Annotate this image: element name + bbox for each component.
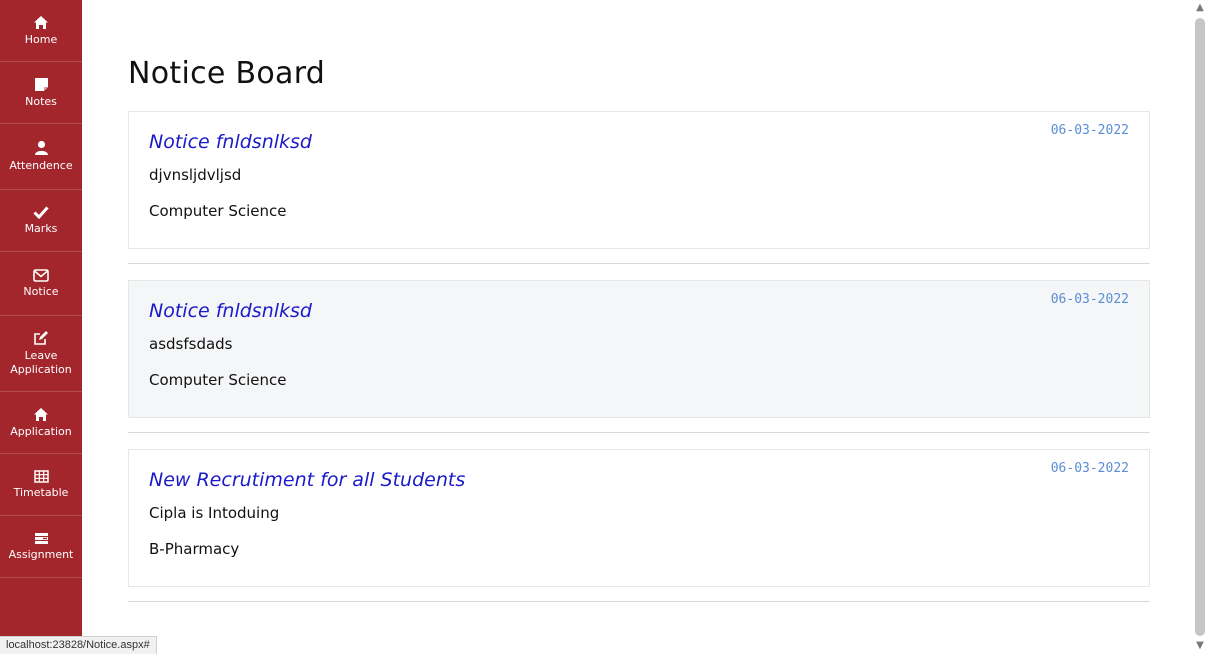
divider	[128, 432, 1150, 433]
scroll-down-icon[interactable]: ▼	[1192, 638, 1208, 654]
sidebar-item-label: Home	[24, 32, 58, 46]
scroll-up-icon[interactable]: ▲	[1192, 0, 1208, 16]
sidebar-item-label: Marks	[24, 222, 58, 235]
divider	[128, 601, 1150, 602]
scroll-thumb[interactable]	[1195, 18, 1205, 636]
edit-icon	[33, 330, 49, 346]
notice-date: 06-03-2022	[1050, 461, 1129, 476]
sidebar-item-label: Notes	[25, 94, 57, 108]
notice-list: Notice fnldsnlksd 06-03-2022 djvnsljdvlj…	[128, 111, 1150, 618]
notice-department: Computer Science	[149, 202, 287, 220]
notice-department: Computer Science	[149, 371, 287, 389]
vertical-scrollbar[interactable]: ▲ ▼	[1192, 0, 1208, 654]
sidebar-item-leave-application[interactable]: Leave Application	[0, 316, 82, 392]
user-icon	[34, 140, 49, 156]
note-icon	[34, 77, 49, 92]
divider	[128, 263, 1150, 264]
sidebar-item-notes[interactable]: Notes	[0, 62, 82, 124]
notice-title: Notice fnldsnlksd	[149, 131, 312, 153]
sidebar-item-label: Attendence	[9, 159, 73, 172]
check-icon	[33, 205, 49, 219]
notice-department: B-Pharmacy	[149, 540, 240, 558]
notice-body: asdsfsdads	[149, 335, 233, 353]
sidebar-item-marks[interactable]: Marks	[0, 190, 82, 252]
notice-card: Notice fnldsnlksd 06-03-2022 djvnsljdvlj…	[128, 111, 1150, 249]
sidebar-item-timetable[interactable]: Timetable	[0, 454, 82, 516]
home-icon	[33, 15, 49, 30]
home-icon	[33, 407, 49, 422]
sidebar-item-label: Notice	[23, 284, 59, 298]
sidebar-item-application[interactable]: Application	[0, 392, 82, 454]
tasks-icon	[34, 532, 49, 545]
sidebar-item-home[interactable]: Home	[0, 0, 82, 62]
notice-title: Notice fnldsnlksd	[149, 300, 312, 322]
notice-body: djvnsljdvljsd	[149, 166, 242, 184]
sidebar-item-label-line1: Leave	[24, 349, 58, 362]
status-bar-url: localhost:23828/Notice.aspx#	[0, 636, 157, 654]
envelope-icon	[33, 268, 49, 282]
notice-card: New Recrutiment for all Students 06-03-2…	[128, 449, 1150, 587]
notice-title: New Recrutiment for all Students	[149, 469, 466, 491]
sidebar-item-notice[interactable]: Notice	[0, 252, 82, 316]
sidebar-item-label: Timetable	[13, 485, 69, 499]
notice-body: Cipla is Intoduing	[149, 504, 280, 522]
sidebar: Home Notes Attendence Marks Notice Leave…	[0, 0, 82, 654]
notice-date: 06-03-2022	[1050, 123, 1129, 138]
sidebar-item-label: Application	[10, 424, 72, 438]
sidebar-item-label-line2: Application	[10, 363, 72, 376]
sidebar-item-attendence[interactable]: Attendence	[0, 124, 82, 190]
notice-date: 06-03-2022	[1050, 292, 1129, 307]
notice-card: Notice fnldsnlksd 06-03-2022 asdsfsdads …	[128, 280, 1150, 418]
sidebar-item-assignment[interactable]: Assignment	[0, 516, 82, 578]
table-icon	[33, 469, 49, 483]
page-title: Notice Board	[128, 56, 326, 91]
sidebar-item-label: Assignment	[8, 547, 74, 561]
